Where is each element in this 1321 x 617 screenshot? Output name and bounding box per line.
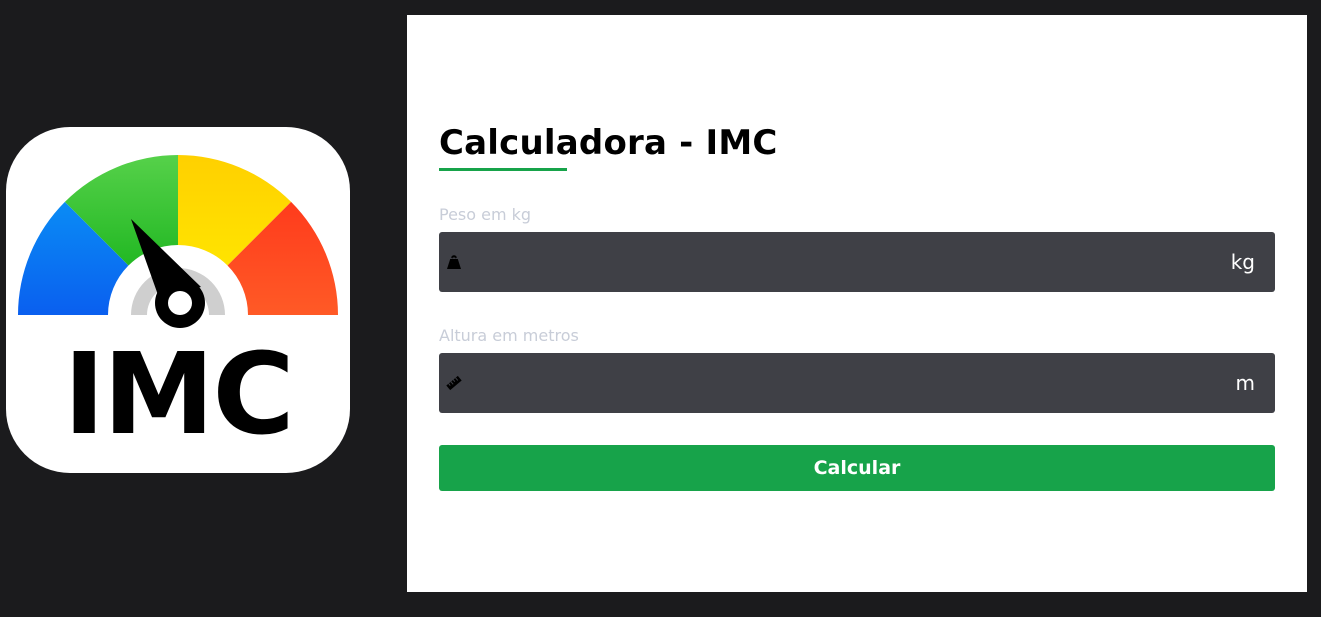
height-label: Altura em metros: [439, 326, 579, 345]
title-underline: [439, 168, 567, 171]
height-unit: m: [1235, 371, 1255, 395]
weight-label: Peso em kg: [439, 205, 532, 224]
calculate-button[interactable]: Calcular: [439, 445, 1275, 491]
imc-logo: IMC: [6, 127, 350, 473]
imc-form-panel: Calculadora - IMC Peso em kg kg Altura e…: [407, 15, 1307, 592]
gauge-needle-hub-center: [168, 291, 192, 315]
weight-input[interactable]: [473, 232, 1213, 292]
gauge-logo-icon: IMC: [18, 155, 338, 460]
height-field[interactable]: m: [439, 353, 1275, 413]
logo-text: IMC: [63, 330, 292, 460]
page: IMC Calculadora - IMC Peso em kg kg Altu…: [0, 0, 1321, 617]
ruler-icon: [446, 375, 462, 391]
weight-icon: [447, 255, 461, 269]
page-title: Calculadora - IMC: [439, 123, 778, 163]
weight-field[interactable]: kg: [439, 232, 1275, 292]
weight-unit: kg: [1230, 250, 1255, 274]
height-input[interactable]: [473, 353, 1213, 413]
